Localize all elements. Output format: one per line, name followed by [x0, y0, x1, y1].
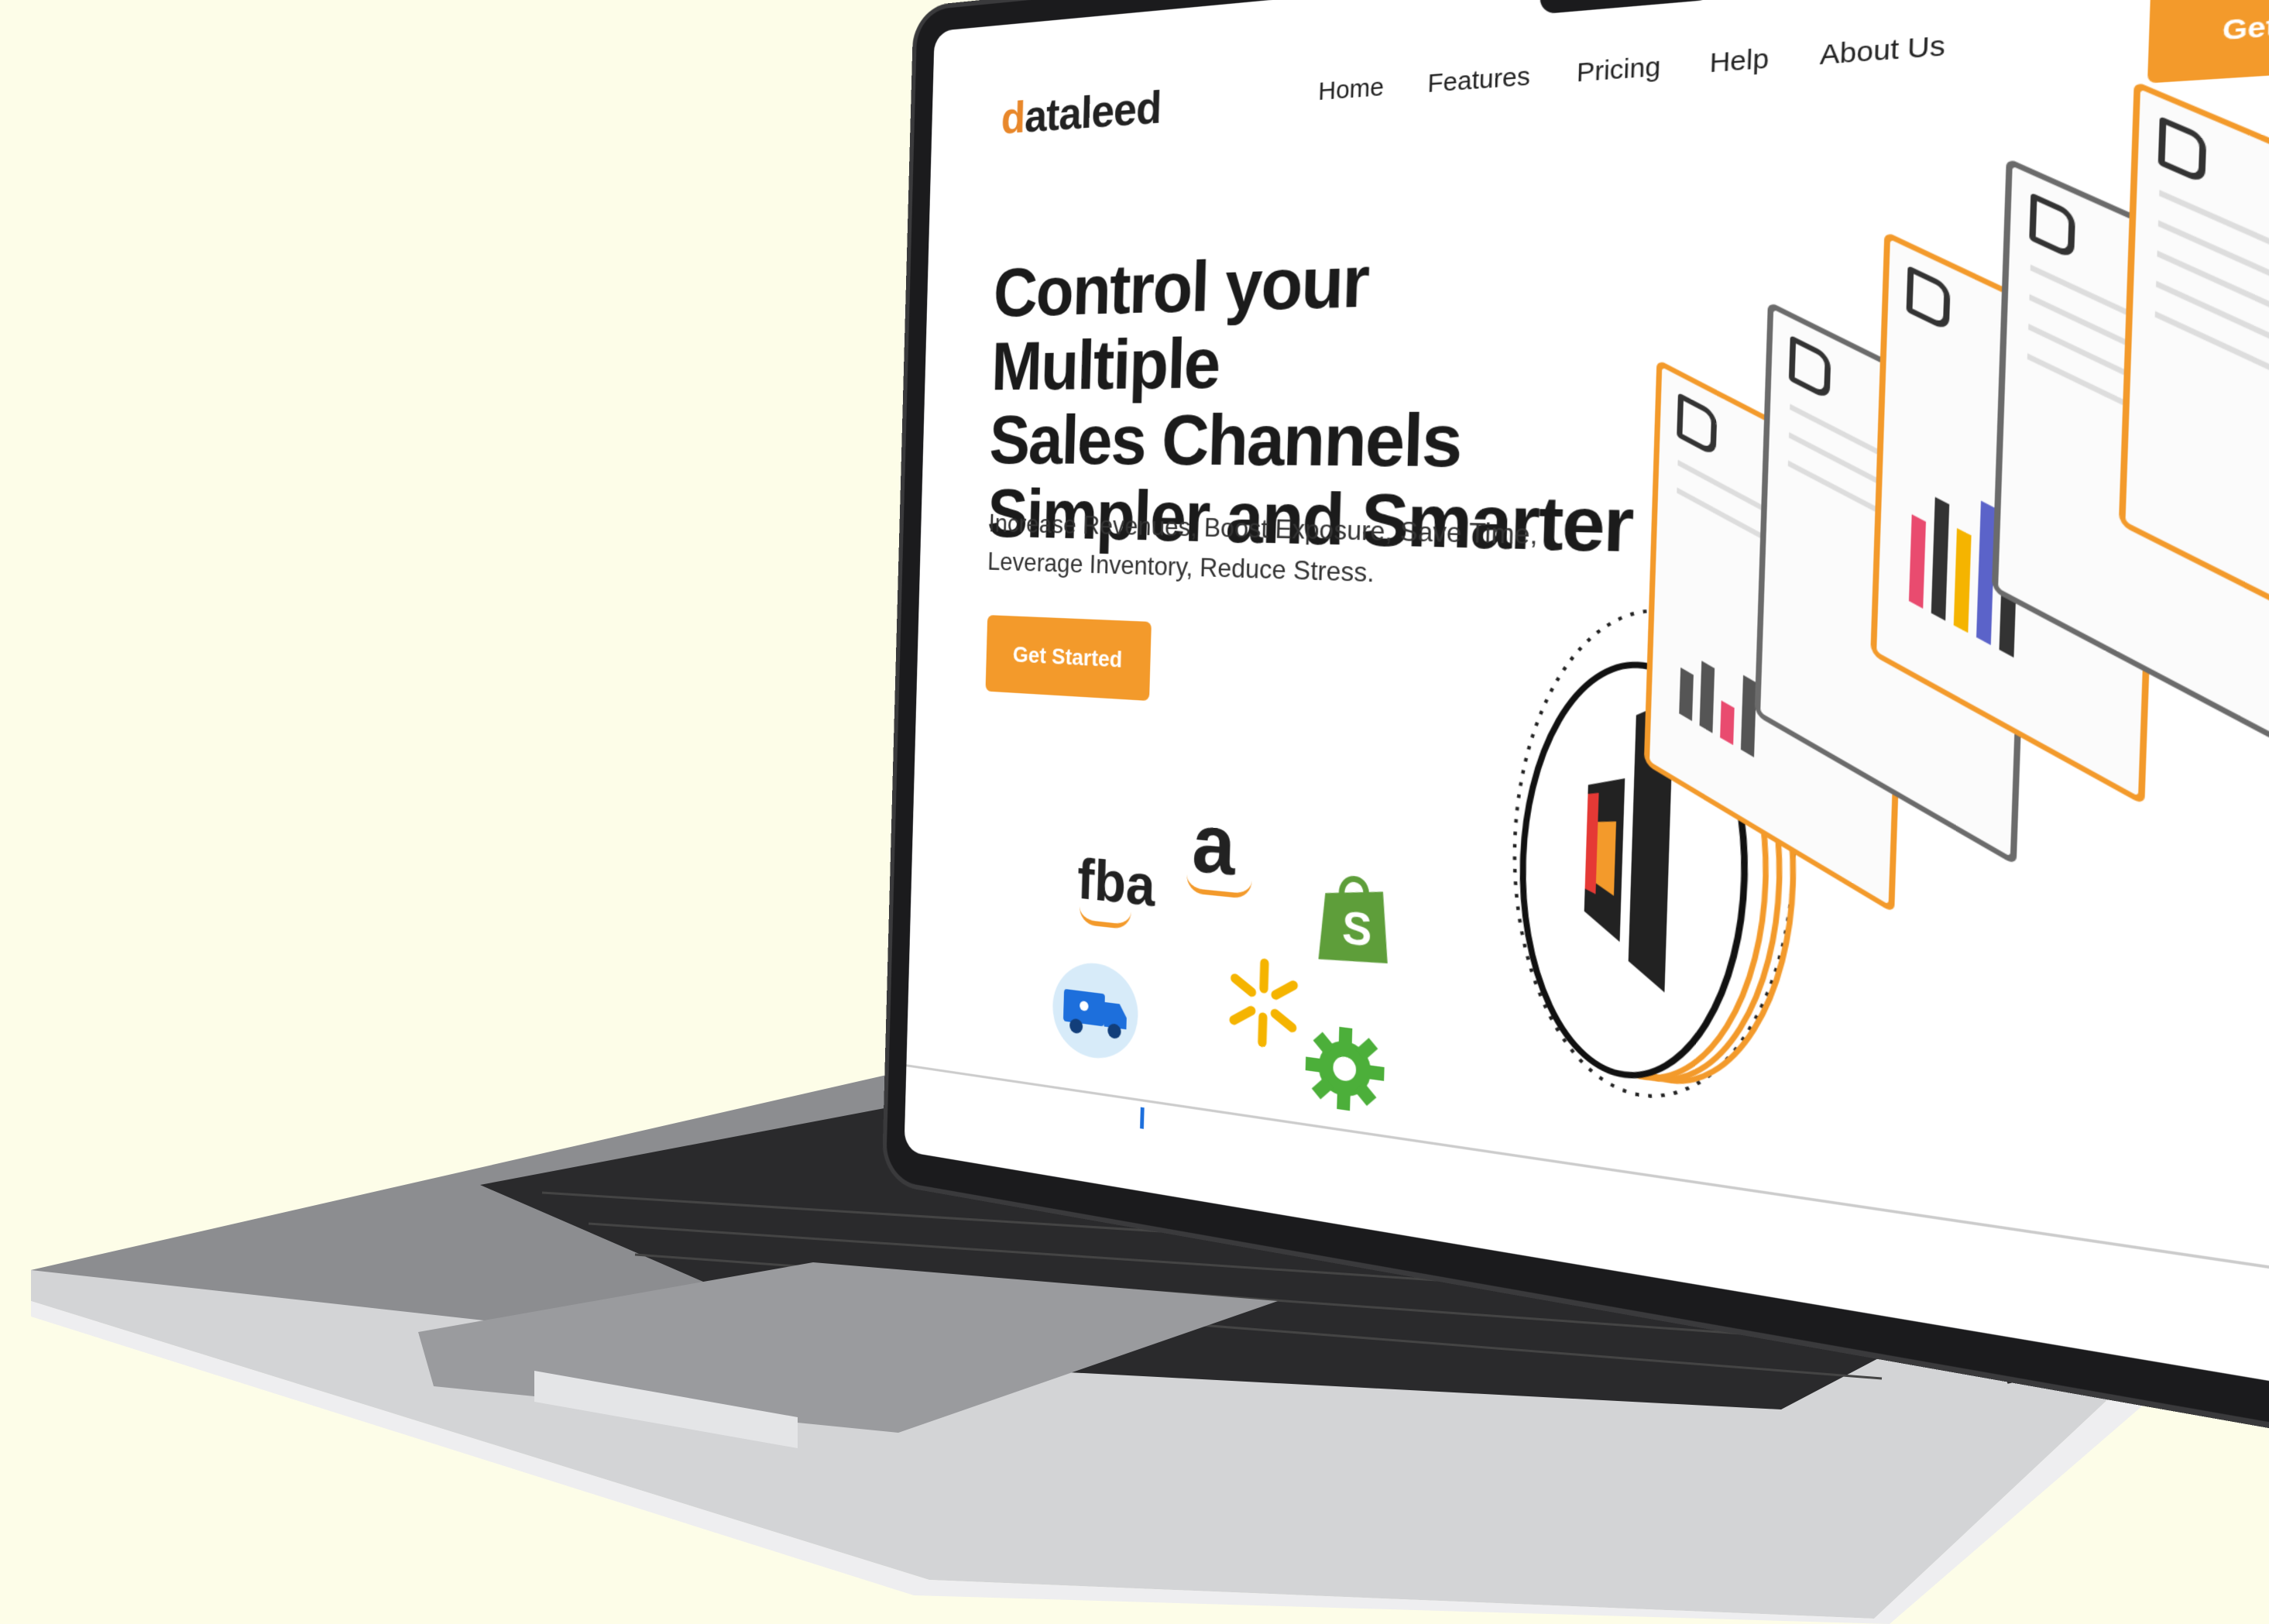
hero-title-line-1: Control your Multiple — [990, 239, 1370, 405]
nav-links: Home Features Pricing Help About Us — [1318, 30, 1946, 107]
nav-link-features[interactable]: Features — [1427, 62, 1531, 100]
shopify-bag-icon: S — [1318, 867, 1390, 967]
delivery-truck-icon — [1051, 958, 1140, 1064]
fba-logo-icon: fba — [1076, 846, 1156, 930]
hero-get-started-button[interactable]: Get Started — [985, 615, 1152, 702]
walmart-spark-icon — [1227, 953, 1300, 1054]
logo-text: ataleed — [1024, 80, 1162, 142]
hero-subtitle-line-2: Leverage Inventory, Reduce Stress. — [987, 546, 1375, 589]
top-navigation: dataleed Home Features Pricing Help Abou… — [930, 0, 2269, 189]
nav-link-home[interactable]: Home — [1318, 73, 1385, 107]
gear-icon — [1305, 1026, 1385, 1111]
laptop-screen: dataleed Home Features Pricing Help Abou… — [875, 0, 2269, 1473]
hero-subtitle: Increase Revenues, Boost Exposure, Save … — [987, 503, 1650, 602]
nav-link-help[interactable]: Help — [1709, 43, 1770, 80]
hero-subtitle-line-1: Increase Revenues, Boost Exposure, Save … — [988, 508, 1539, 551]
brand-logo[interactable]: dataleed — [1001, 80, 1162, 144]
shopify-letter: S — [1341, 901, 1372, 956]
amazon-logo-icon: a — [1186, 795, 1252, 900]
nav-link-pricing[interactable]: Pricing — [1576, 52, 1661, 89]
hero-title-line-2: Sales Channels — [988, 398, 1463, 483]
nav-get-started-button[interactable]: Get Started — [2147, 0, 2269, 84]
nav-link-about-us[interactable]: About Us — [1819, 30, 1945, 72]
website-viewport: dataleed Home Features Pricing Help Abou… — [904, 0, 2269, 1424]
logo-first-letter: d — [1001, 91, 1026, 143]
scroll-indicator — [1140, 1107, 1145, 1129]
